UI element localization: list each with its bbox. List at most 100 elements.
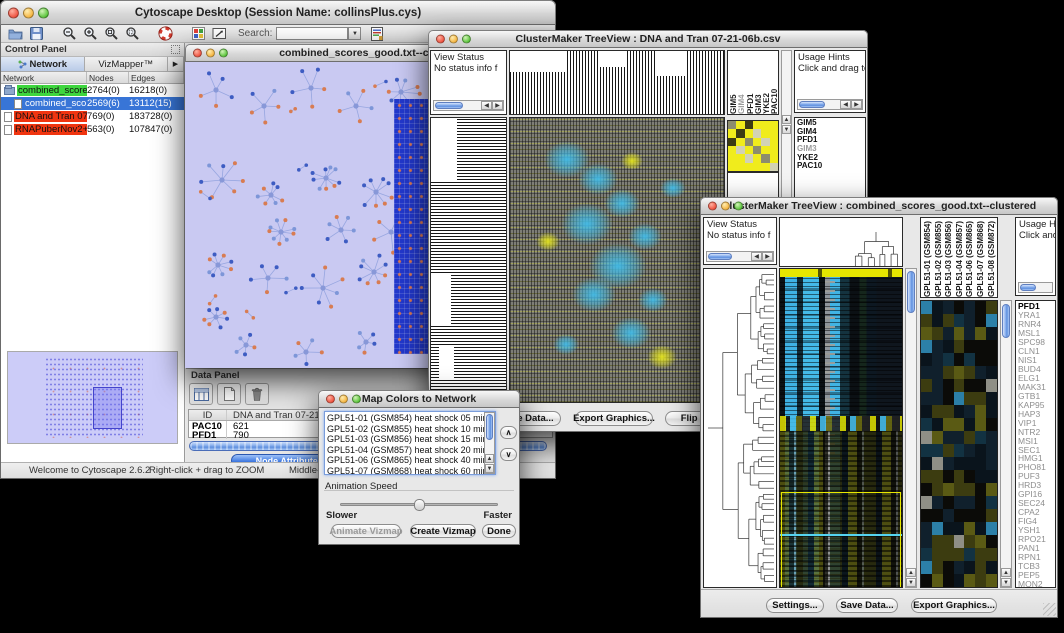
gene-label[interactable]: YKE2: [797, 153, 865, 162]
gene-label[interactable]: PFD1: [1018, 301, 1055, 310]
search-input[interactable]: ▼: [276, 27, 348, 40]
close-button[interactable]: [193, 49, 202, 58]
minimize-button[interactable]: [206, 49, 215, 58]
gene-label[interactable]: SPC98: [1018, 337, 1055, 346]
gene-label[interactable]: YSH1: [1018, 525, 1055, 534]
gene-label[interactable]: RNR4: [1018, 319, 1055, 328]
gene-label[interactable]: PHO81: [1018, 462, 1055, 471]
gene-label[interactable]: HRD3: [1018, 480, 1055, 489]
gene-label[interactable]: ELG1: [1018, 373, 1055, 382]
gene-label[interactable]: GIM4: [797, 127, 865, 136]
scroll-right-arrow-icon[interactable]: ▶: [762, 252, 773, 261]
gene-label[interactable]: PUF3: [1018, 471, 1055, 480]
gene-label[interactable]: SEC1: [1018, 445, 1055, 454]
scrollbar-thumb[interactable]: [435, 102, 463, 109]
tab-network[interactable]: Network: [1, 57, 85, 71]
results-report-icon[interactable]: [368, 26, 385, 42]
float-panel-icon[interactable]: [171, 45, 180, 54]
tab-vizmapper[interactable]: VizMapper™: [85, 57, 169, 71]
delete-attribute-icon[interactable]: [245, 383, 269, 405]
gene-label[interactable]: MSI1: [1018, 436, 1055, 445]
tab-overflow-arrow[interactable]: ▶: [168, 57, 184, 71]
tv2-hints-hscrollbar[interactable]: [1018, 282, 1053, 293]
scrollbar-thumb[interactable]: [799, 101, 825, 108]
gene-label[interactable]: GIM3: [797, 144, 865, 153]
attribute-item[interactable]: GPL51-06 (GSM865) heat shock 40 min: [327, 455, 495, 466]
scrollbar-thumb[interactable]: [708, 253, 732, 260]
tv1-column-dendrogram[interactable]: [509, 50, 725, 115]
attribute-item[interactable]: GPL51-02 (GSM855) heat shock 10 min: [327, 424, 495, 435]
dialog-titlebar[interactable]: Map Colors to Network: [318, 390, 520, 408]
network-row[interactable]: combined_scores2764(0)16218(0): [1, 84, 184, 97]
column-header-id[interactable]: ID: [189, 410, 227, 420]
export-graphics-button[interactable]: Export Graphics...: [911, 598, 997, 613]
tv1-hints-hscrollbar[interactable]: ◀ ▶: [797, 99, 863, 110]
attribute-item[interactable]: GPL51-04 (GSM857) heat shock 20 min: [327, 445, 495, 456]
attribute-item[interactable]: GPL51-07 (GSM868) heat shock 60 min: [327, 466, 495, 476]
tv1-row-dendrogram[interactable]: [430, 117, 507, 403]
zoom-selected-icon[interactable]: [124, 26, 141, 42]
done-button[interactable]: Done: [482, 524, 516, 538]
animation-speed-slider[interactable]: [340, 503, 498, 506]
minimize-button[interactable]: [721, 202, 730, 211]
scroll-up-arrow-icon[interactable]: ▲: [782, 115, 791, 124]
column-header-network[interactable]: Network: [1, 72, 87, 83]
gene-label[interactable]: PFD1: [797, 135, 865, 144]
export-graphics-button[interactable]: Export Graphics...: [575, 411, 653, 426]
new-attribute-icon[interactable]: [217, 383, 241, 405]
close-button[interactable]: [708, 202, 717, 211]
move-up-button[interactable]: ∧: [500, 426, 517, 439]
tv1-global-heatmap[interactable]: [509, 117, 725, 403]
scroll-up-arrow-icon[interactable]: ▲: [485, 454, 494, 463]
scroll-right-arrow-icon[interactable]: ▶: [492, 101, 503, 110]
resize-grip[interactable]: [1043, 603, 1056, 616]
network-row[interactable]: combined_sco2569(6)13112(15): [1, 97, 184, 110]
close-button[interactable]: [8, 7, 19, 18]
network-row[interactable]: DNA and Tran 07769(0)183728(0): [1, 110, 184, 123]
slider-thumb[interactable]: [414, 499, 425, 511]
tv2-zoom-vscrollbar[interactable]: ▲ ▼: [1000, 300, 1012, 588]
tv2-row-dendrogram[interactable]: [703, 268, 777, 588]
gene-label[interactable]: HMG1: [1018, 453, 1055, 462]
scrollbar-thumb[interactable]: [1002, 304, 1010, 338]
create-vizmap-button[interactable]: Create Vizmap: [410, 524, 476, 538]
gene-label[interactable]: GIM5: [797, 118, 865, 127]
zoom-button[interactable]: [462, 35, 471, 44]
treeview1-titlebar[interactable]: ClusterMaker TreeView : DNA and Tran 07-…: [428, 30, 868, 48]
open-file-icon[interactable]: [7, 26, 24, 42]
gene-label[interactable]: FIG4: [1018, 516, 1055, 525]
tv2-global-vscrollbar[interactable]: ▲ ▼: [905, 268, 917, 588]
tv1-zoom-heatmap[interactable]: [727, 120, 779, 172]
attribute-list-scrollbar[interactable]: ▲ ▼: [484, 412, 495, 474]
scroll-down-arrow-icon[interactable]: ▼: [782, 125, 791, 134]
search-dropdown-arrow[interactable]: ▼: [348, 27, 361, 40]
gene-label[interactable]: KAP95: [1018, 400, 1055, 409]
scroll-left-arrow-icon[interactable]: ◀: [751, 252, 762, 261]
gene-label[interactable]: NTR2: [1018, 427, 1055, 436]
tv2-zoom-heatmap[interactable]: [920, 300, 998, 588]
scroll-up-arrow-icon[interactable]: ▲: [906, 568, 916, 577]
treeview2-titlebar[interactable]: ClusterMaker TreeView : combined_scores_…: [700, 197, 1058, 215]
zoom-button[interactable]: [38, 7, 49, 18]
gene-label[interactable]: RPN1: [1018, 552, 1055, 561]
gene-label[interactable]: TCB3: [1018, 561, 1055, 570]
zoom-in-icon[interactable]: [82, 26, 99, 42]
zoom-button[interactable]: [734, 202, 743, 211]
gene-label[interactable]: NIS1: [1018, 355, 1055, 364]
minimize-button[interactable]: [23, 7, 34, 18]
close-button[interactable]: [436, 35, 445, 44]
scroll-right-arrow-icon[interactable]: ▶: [851, 100, 862, 109]
gene-label[interactable]: CLN1: [1018, 346, 1055, 355]
move-down-button[interactable]: ∨: [500, 448, 517, 461]
scrollbar-thumb[interactable]: [907, 271, 915, 313]
gene-label[interactable]: BUD4: [1018, 364, 1055, 373]
animate-vizmap-button[interactable]: Animate Vizmap: [331, 524, 401, 538]
overview-viewport-rect[interactable]: [93, 387, 122, 429]
scroll-left-arrow-icon[interactable]: ◀: [840, 100, 851, 109]
gene-label[interactable]: HAP3: [1018, 409, 1055, 418]
scrollbar-thumb[interactable]: [1020, 284, 1036, 291]
gene-label[interactable]: YRA1: [1018, 310, 1055, 319]
zoom-fit-icon[interactable]: [103, 26, 120, 42]
zoom-button[interactable]: [219, 49, 228, 58]
minimize-button[interactable]: [449, 35, 458, 44]
